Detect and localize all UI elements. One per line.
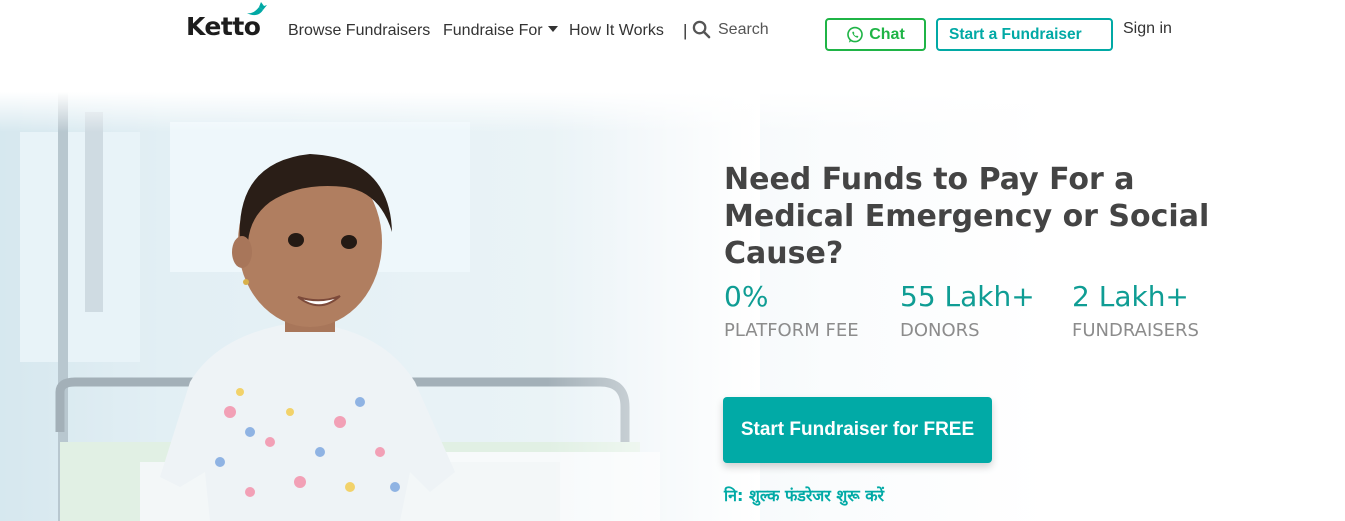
top-navbar: Ketto Browse Fundraisers Fundraise For H… — [0, 0, 1345, 64]
ketto-logo[interactable]: Ketto — [186, 2, 267, 46]
start-fundraiser-nav-button[interactable]: Start a Fundraiser — [936, 18, 1113, 51]
nav-separator: | — [683, 21, 688, 40]
nav-search-label: Search — [718, 20, 769, 38]
stat-label: PLATFORM FEE — [724, 320, 859, 341]
start-fundraiser-hindi-link[interactable]: नि: शुल्क फंडरेजर शुरू करें — [724, 484, 884, 506]
nav-browse-fundraisers[interactable]: Browse Fundraisers — [288, 20, 430, 42]
chat-button-label: Chat — [869, 25, 905, 43]
nav-how-it-works[interactable]: How It Works — [569, 20, 664, 42]
bird-icon — [247, 2, 267, 16]
start-fundraiser-free-button[interactable]: Start Fundraiser for FREE — [723, 397, 992, 463]
stat-donors: 55 Lakh+ DONORS — [900, 280, 1035, 342]
stat-label: DONORS — [900, 320, 980, 341]
stat-fundraisers: 2 Lakh+ FUNDRAISERS — [1072, 280, 1199, 342]
chat-button[interactable]: Chat — [825, 18, 926, 51]
search-icon — [692, 20, 711, 39]
nav-fundraise-for[interactable]: Fundraise For — [443, 20, 558, 42]
hero-top-fade — [0, 92, 1345, 132]
caret-down-icon — [547, 26, 558, 32]
nav-search[interactable]: Search — [692, 20, 769, 39]
whatsapp-icon — [847, 26, 864, 43]
hero-headline: Need Funds to Pay For a Medical Emergenc… — [724, 162, 1210, 271]
sign-in-link[interactable]: Sign in — [1123, 20, 1172, 38]
stat-platform-fee: 0% PLATFORM FEE — [724, 280, 859, 342]
stat-label: FUNDRAISERS — [1072, 320, 1199, 341]
stat-value: 0% — [724, 280, 769, 313]
hero-child-photo — [0, 92, 760, 521]
stat-value: 55 Lakh+ — [900, 280, 1035, 313]
nav-fundraise-for-label: Fundraise For — [443, 22, 543, 39]
stat-value: 2 Lakh+ — [1072, 280, 1189, 313]
